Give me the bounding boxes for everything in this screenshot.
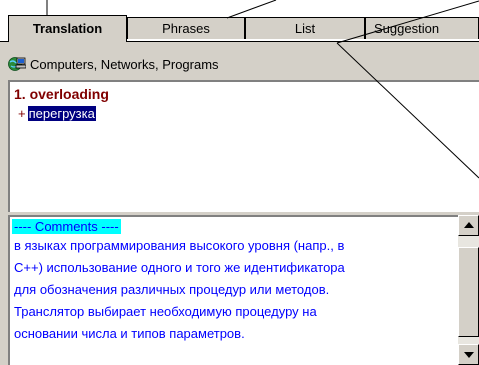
arrow-down-icon — [464, 352, 474, 358]
tab-suggestion-label: Suggestion — [374, 21, 440, 36]
category-label: Computers, Networks, Programs — [30, 56, 219, 72]
tab-phrases[interactable]: Phrases — [127, 17, 245, 39]
translation-item[interactable]: + перегрузка — [18, 106, 96, 121]
tab-phrases-label: Phrases — [162, 21, 210, 36]
tab-list[interactable]: List — [245, 17, 365, 39]
tab-translation[interactable]: Translation — [8, 15, 127, 42]
translation-pane[interactable]: 1. overloading + перегрузка — [8, 80, 479, 212]
tab-translation-label: Translation — [32, 21, 103, 36]
comment-line: в языках программирования высокого уровн… — [14, 238, 345, 253]
scroll-down-button[interactable] — [458, 344, 479, 365]
translation-word[interactable]: перегрузка — [27, 106, 96, 121]
scroll-up-button[interactable] — [458, 215, 479, 236]
comments-header: ---- Comments ---- — [12, 219, 121, 234]
translation-prefix: + — [18, 106, 26, 121]
comment-line: основании числа и типов параметров. — [14, 326, 245, 341]
scrollbar-thumb[interactable] — [458, 247, 479, 337]
tab-strip: Translation Phrases List Suggestion — [0, 0, 479, 42]
headword: 1. overloading — [14, 86, 109, 102]
category-row: Computers, Networks, Programs — [8, 54, 219, 74]
tab-list-label: List — [294, 21, 316, 36]
tab-suggestion[interactable]: Suggestion — [365, 17, 479, 39]
comments-pane[interactable]: ---- Comments ---- в языках программиров… — [8, 215, 458, 365]
globe-computer-icon — [8, 55, 27, 73]
arrow-up-icon — [464, 222, 474, 228]
comment-line: C++) использование одного и того же иден… — [14, 260, 345, 275]
comment-line: Транслятор выбирает необходимую процедур… — [14, 304, 317, 319]
comment-line: для обозначения различных процедур или м… — [14, 282, 330, 297]
comments-scrollbar[interactable] — [458, 215, 479, 365]
